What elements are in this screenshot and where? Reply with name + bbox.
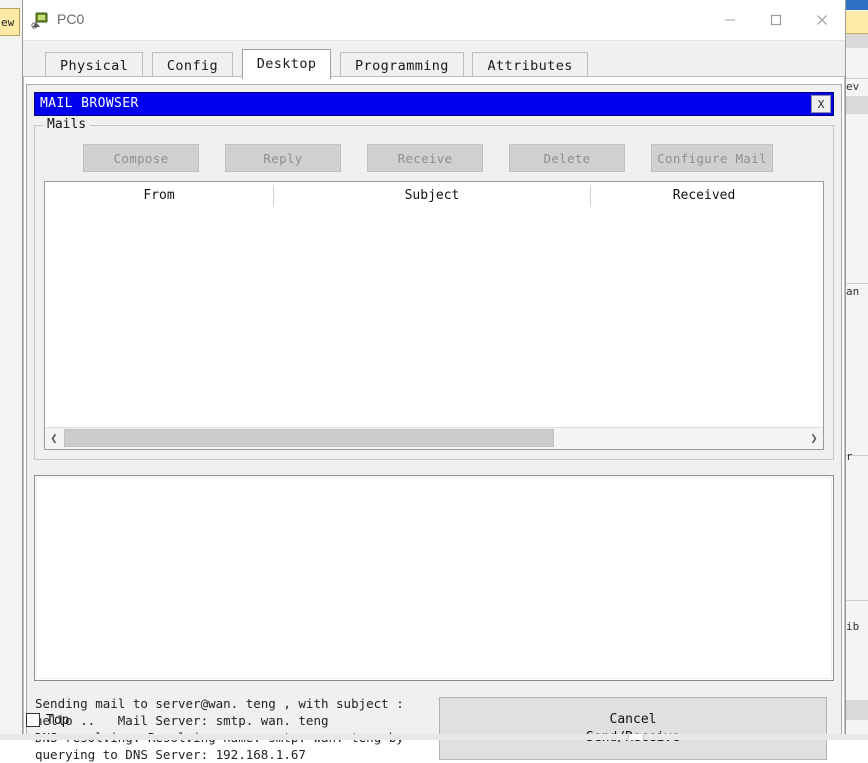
tab-strip: Physical Config Desktop Programming Attr… xyxy=(23,49,845,76)
top-checkbox[interactable] xyxy=(26,713,40,727)
column-header-received[interactable]: Received xyxy=(591,182,817,210)
background-right-band-3 xyxy=(844,700,868,720)
cancel-button-line1: Cancel xyxy=(610,711,657,729)
close-icon[interactable] xyxy=(799,0,845,40)
mails-group-box: Mails Compose Reply Receive Delete Confi… xyxy=(34,125,834,460)
column-header-from[interactable]: From xyxy=(45,182,273,210)
mail-browser-titlebar: MAIL BROWSER X xyxy=(34,92,834,116)
compose-button[interactable]: Compose xyxy=(83,144,199,172)
maximize-icon[interactable] xyxy=(753,0,799,40)
background-right-band-2 xyxy=(844,96,868,114)
mail-list-body[interactable] xyxy=(45,210,823,428)
desktop-tab-content: MAIL BROWSER X Mails Compose Reply Recei… xyxy=(23,76,845,739)
background-right-label-2: an xyxy=(846,285,859,298)
scrollbar-track[interactable] xyxy=(63,429,805,447)
screen-bottom-edge xyxy=(0,734,868,740)
device-window: PC0 Physical Config Desktop Programming … xyxy=(22,0,846,740)
delete-button[interactable]: Delete xyxy=(509,144,625,172)
background-left-panel xyxy=(0,0,23,740)
receive-button[interactable]: Receive xyxy=(367,144,483,172)
background-right-separator-1 xyxy=(844,78,868,79)
mail-list-header-row: From Subject Received xyxy=(45,182,823,211)
mail-browser-app: MAIL BROWSER X Mails Compose Reply Recei… xyxy=(26,84,842,736)
background-right-panel: ev an r ib xyxy=(843,0,868,740)
mail-list-table[interactable]: From Subject Received ❮ ❯ xyxy=(44,181,824,450)
tab-attributes[interactable]: Attributes xyxy=(472,52,587,79)
tab-desktop[interactable]: Desktop xyxy=(242,49,332,79)
status-log-text: Sending mail to server@wan. teng , with … xyxy=(35,695,435,763)
top-checkbox-label: Top xyxy=(46,713,69,728)
tab-physical[interactable]: Physical xyxy=(45,52,143,79)
background-left-toolbar-fragment[interactable]: ew xyxy=(0,8,20,36)
background-right-label-3: r xyxy=(846,450,853,463)
reply-button[interactable]: Reply xyxy=(225,144,341,172)
tab-programming[interactable]: Programming xyxy=(340,52,464,79)
minimize-icon[interactable] xyxy=(707,0,753,40)
configure-mail-button[interactable]: Configure Mail xyxy=(651,144,773,172)
mail-list-horizontal-scrollbar[interactable]: ❮ ❯ xyxy=(45,427,823,449)
window-title: PC0 xyxy=(57,11,84,27)
background-right-label-4: ib xyxy=(846,620,859,633)
chevron-left-icon[interactable]: ❮ xyxy=(45,428,63,448)
message-body-panel[interactable] xyxy=(34,475,834,681)
top-checkbox-row[interactable]: Top xyxy=(24,708,69,732)
column-header-subject[interactable]: Subject xyxy=(274,182,590,210)
background-right-label-1: ev xyxy=(846,80,859,93)
mail-action-buttons: Compose Reply Receive Delete Configure M… xyxy=(83,144,823,172)
background-right-separator-4 xyxy=(844,600,868,601)
window-title-bar: PC0 xyxy=(23,0,845,41)
background-right-toolbar xyxy=(844,11,868,34)
background-right-separator-2 xyxy=(844,283,868,284)
chevron-right-icon[interactable]: ❯ xyxy=(805,428,823,448)
scrollbar-thumb[interactable] xyxy=(64,429,554,447)
tab-config[interactable]: Config xyxy=(152,52,233,79)
background-right-titlebar xyxy=(844,0,868,10)
message-body-text[interactable] xyxy=(36,477,832,679)
background-right-band-1 xyxy=(844,34,868,48)
mail-browser-title: MAIL BROWSER xyxy=(40,96,139,111)
mails-group-legend: Mails xyxy=(43,117,90,132)
pc-device-icon xyxy=(31,10,51,30)
cancel-send-receive-button[interactable]: Cancel Send/Receive xyxy=(439,697,827,760)
screen-bottom-notch xyxy=(628,734,644,740)
mail-browser-close-button[interactable]: X xyxy=(811,95,831,113)
